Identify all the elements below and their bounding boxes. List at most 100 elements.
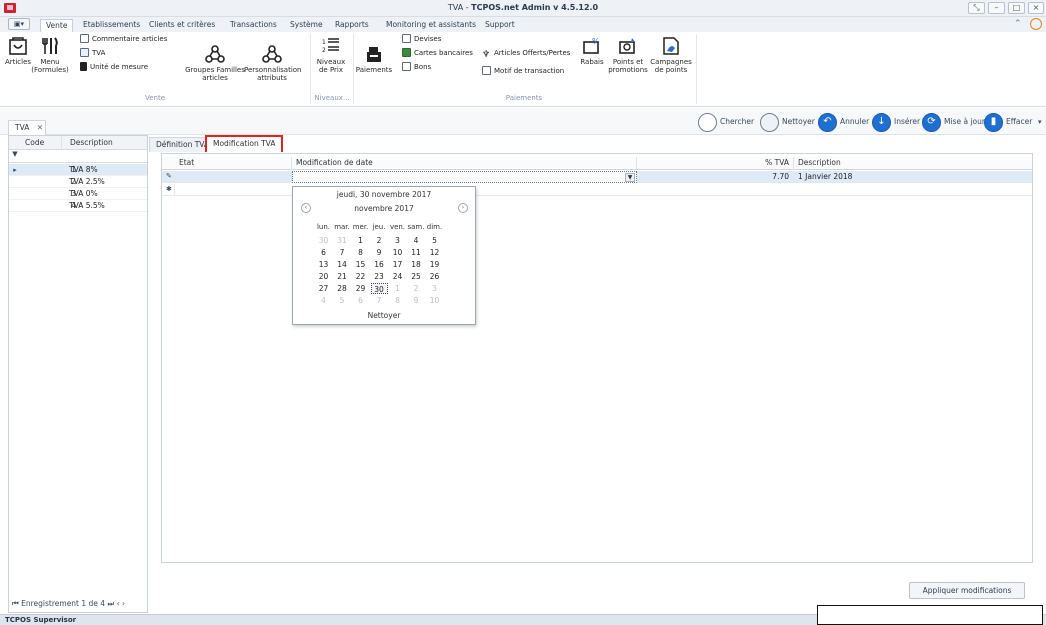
tab-vente[interactable]: Vente: [40, 19, 74, 32]
dropdown-arrow-icon[interactable]: ▼: [625, 173, 635, 182]
effacer-button[interactable]: ▮ Effacer: [984, 111, 1032, 133]
devises-button[interactable]: Devises: [402, 34, 441, 45]
commentaire-articles-button[interactable]: Commentaire articles: [80, 34, 167, 45]
tab-modification-tva[interactable]: Modification TVA: [205, 135, 284, 152]
calendar-day[interactable]: 12: [426, 247, 443, 258]
calendar-day[interactable]: 4: [315, 295, 332, 306]
inserer-button[interactable]: ↓ Insérer: [872, 111, 920, 133]
more-actions-icon[interactable]: ▾: [1038, 111, 1042, 133]
calendar-day[interactable]: 29: [352, 283, 369, 294]
column-modification-date[interactable]: Modification de date: [292, 157, 637, 170]
tab-etablissements[interactable]: Etablissements: [78, 19, 145, 32]
bons-button[interactable]: Bons: [402, 62, 431, 73]
calendar-day[interactable]: 18: [408, 259, 425, 270]
calendar-day[interactable]: 9: [408, 295, 425, 306]
calendar-day[interactable]: 20: [315, 271, 332, 282]
niveaux-prix-button[interactable]: 12 Niveaux de Prix: [312, 36, 350, 80]
campagnes-points-button[interactable]: Campagnes de points: [650, 36, 692, 80]
list-filter-row[interactable]: ▼: [9, 150, 147, 163]
tab-monitoring[interactable]: Monitoring et assistants: [381, 19, 481, 32]
calendar-day[interactable]: 24: [389, 271, 406, 282]
tab-support[interactable]: Support: [480, 19, 520, 32]
restore-icon[interactable]: ⤡: [968, 2, 985, 14]
calendar-day[interactable]: 26: [426, 271, 443, 282]
calendar-day[interactable]: 16: [371, 259, 388, 270]
calendar-day[interactable]: 25: [408, 271, 425, 282]
calendar-day[interactable]: 10: [426, 295, 443, 306]
list-item[interactable]: ▸ 1 TVA 8%: [9, 164, 147, 176]
calendar-day[interactable]: 28: [334, 283, 351, 294]
today-label[interactable]: jeudi, 30 novembre 2017: [293, 190, 475, 199]
calendar-day[interactable]: 30: [370, 283, 388, 294]
etat-cell[interactable]: [175, 171, 292, 183]
calendar-day[interactable]: 2: [371, 235, 388, 246]
chercher-button[interactable]: Chercher: [698, 111, 754, 133]
table-row[interactable]: ✎ ▼ 7.70 1 Janvier 2018: [162, 171, 1032, 183]
maximize-button[interactable]: □: [1008, 2, 1025, 14]
calendar-day[interactable]: 30: [315, 235, 332, 246]
calendar-day[interactable]: 7: [334, 247, 351, 258]
calendar-day[interactable]: 22: [352, 271, 369, 282]
help-icon[interactable]: [1030, 18, 1042, 30]
calendar-day[interactable]: 23: [371, 271, 388, 282]
calendar-day[interactable]: 1: [389, 283, 406, 294]
list-item[interactable]: 3 TVA 0%: [9, 188, 147, 200]
calendar-day[interactable]: 6: [352, 295, 369, 306]
calendar-day[interactable]: 15: [352, 259, 369, 270]
record-navigator[interactable]: ⏮ Enregistrement 1 de 4 ⏭ ‹ ›: [9, 596, 147, 612]
calendar-day[interactable]: 14: [334, 259, 351, 270]
pct-tva-cell[interactable]: 7.70: [637, 171, 794, 183]
calendar-day[interactable]: 4: [408, 235, 425, 246]
calendar-day[interactable]: 8: [352, 247, 369, 258]
tab-transactions[interactable]: Transactions: [225, 19, 282, 32]
paiements-button[interactable]: Paiements: [354, 46, 394, 80]
tab-systeme[interactable]: Système: [285, 19, 328, 32]
tab-clients[interactable]: Clients et critères: [144, 19, 220, 32]
points-promotions-button[interactable]: Points et promotions: [607, 36, 649, 80]
calendar-day[interactable]: 31: [334, 235, 351, 246]
description-cell[interactable]: 1 Janvier 2018: [794, 171, 1032, 183]
calendar-day[interactable]: 6: [315, 247, 332, 258]
tva-button[interactable]: TVA: [80, 48, 105, 59]
calendar-day[interactable]: 17: [389, 259, 406, 270]
document-tab-tva[interactable]: TVA ✕: [8, 120, 46, 135]
calendar-day[interactable]: 7: [371, 295, 388, 306]
list-item[interactable]: 2 TVA 2.5%: [9, 176, 147, 188]
annuler-button[interactable]: ↶ Annuler: [818, 111, 869, 133]
motif-transaction-button[interactable]: Motif de transaction: [482, 66, 564, 77]
calendar-day[interactable]: 10: [389, 247, 406, 258]
close-tab-icon[interactable]: ✕: [37, 123, 43, 132]
next-month-icon[interactable]: ›: [458, 203, 468, 213]
close-button[interactable]: ×: [1028, 2, 1044, 14]
groupes-familles-button[interactable]: Groupes Familles articles: [184, 45, 246, 82]
tab-rapports[interactable]: Rapports: [330, 19, 374, 32]
column-description[interactable]: Description: [794, 157, 1032, 170]
menu-formules-button[interactable]: Menu (Formules): [30, 36, 70, 80]
calendar-day[interactable]: 21: [334, 271, 351, 282]
calendar-day[interactable]: 8: [389, 295, 406, 306]
column-code[interactable]: Code: [17, 136, 62, 150]
calendar-day[interactable]: 19: [426, 259, 443, 270]
calendar-clear-button[interactable]: Nettoyer: [293, 311, 475, 320]
minimize-button[interactable]: –: [988, 2, 1005, 14]
calendar-day[interactable]: 11: [408, 247, 425, 258]
application-menu-button[interactable]: ▣▾: [8, 18, 30, 30]
mise-a-jour-button[interactable]: ⟳ Mise à jour: [922, 111, 985, 133]
date-input[interactable]: ▼: [292, 171, 637, 183]
calendar-day[interactable]: 5: [426, 235, 443, 246]
rabais-button[interactable]: % Rabais: [577, 36, 607, 80]
nettoyer-button[interactable]: Nettoyer: [760, 111, 815, 133]
month-label[interactable]: novembre 2017: [293, 204, 475, 213]
calendar-day[interactable]: 2: [408, 283, 425, 294]
calendar-day[interactable]: 13: [315, 259, 332, 270]
calendar-day[interactable]: 3: [426, 283, 443, 294]
calendar-day[interactable]: 5: [334, 295, 351, 306]
articles-offerts-button[interactable]: ♆ Articles Offerts/Pertes: [482, 48, 570, 60]
column-pct-tva[interactable]: % TVA: [637, 157, 794, 170]
column-etat[interactable]: Etat: [175, 157, 292, 170]
calendar-day[interactable]: 27: [315, 283, 332, 294]
collapse-ribbon-icon[interactable]: ⌃: [1014, 19, 1022, 29]
unite-mesure-button[interactable]: Unité de mesure: [80, 62, 148, 73]
calendar-day[interactable]: 1: [352, 235, 369, 246]
list-item[interactable]: 4 TVA 5.5%: [9, 200, 147, 212]
